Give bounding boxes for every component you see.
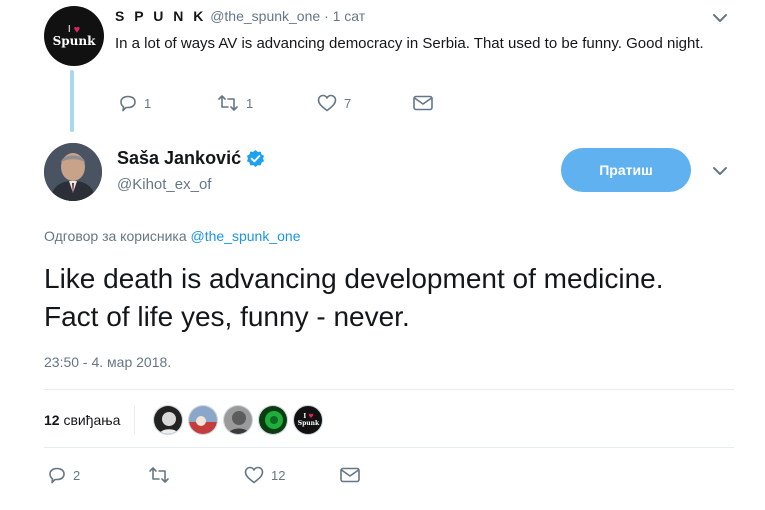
parent-reply-count: 1 xyxy=(144,95,152,111)
retweet-icon xyxy=(149,467,169,483)
main-retweet-button[interactable] xyxy=(147,465,243,485)
chevron-down-icon xyxy=(713,14,727,22)
parent-message-button[interactable] xyxy=(412,94,434,112)
liker-avatar[interactable] xyxy=(188,405,219,435)
parent-author-name[interactable]: S P U N K xyxy=(115,8,206,24)
parent-retweet-count: 1 xyxy=(246,95,254,111)
liker-spunk-glyphs: I ♥ xyxy=(303,413,314,420)
parent-retweet-button[interactable]: 1 xyxy=(216,93,316,113)
parent-action-bar: 1 1 7 xyxy=(118,93,434,113)
liker-spunk-brand: Spunk xyxy=(297,420,320,427)
parent-like-button[interactable]: 7 xyxy=(316,93,412,113)
liker-avatar-image xyxy=(189,406,218,434)
chevron-down-icon xyxy=(713,167,727,175)
message-icon xyxy=(413,95,433,111)
like-icon xyxy=(244,466,264,484)
verified-badge-icon xyxy=(247,149,265,168)
parent-tweet-text: In a lot of ways AV is advancing democra… xyxy=(115,35,704,52)
main-author-handle[interactable]: @Kihot_ex_of xyxy=(117,176,211,193)
retweet-icon xyxy=(218,95,238,111)
parent-like-count: 7 xyxy=(344,95,352,111)
likes-count-number: 12 xyxy=(44,412,60,428)
main-message-button[interactable] xyxy=(339,466,361,484)
like-icon xyxy=(317,94,337,112)
divider-top xyxy=(44,389,734,390)
likes-separator xyxy=(134,406,136,434)
parent-reply-button[interactable]: 1 xyxy=(118,93,216,113)
main-author-name[interactable]: Saša Janković xyxy=(117,148,241,169)
parent-tweet-header: S P U N K @the_spunk_one · 1 сат xyxy=(115,8,365,24)
liker-avatar-image xyxy=(224,406,253,434)
reply-icon xyxy=(120,95,136,112)
reply-context: Одговор за корисника @the_spunk_one xyxy=(44,228,300,244)
liker-avatar[interactable] xyxy=(153,405,184,435)
liker-avatar[interactable] xyxy=(223,405,254,435)
reply-context-prefix: Одговор за корисника xyxy=(44,228,187,244)
main-like-button[interactable]: 12 xyxy=(243,465,339,485)
main-tweet-timestamp[interactable]: 23:50 - 4. мар 2018. xyxy=(44,354,171,370)
divider-bottom xyxy=(44,447,734,448)
likes-count-label: свиђања xyxy=(63,412,121,428)
main-reply-button[interactable]: 2 xyxy=(47,465,147,485)
liker-avatar-image xyxy=(259,406,288,434)
main-tweet-text: Like death is advancing development of m… xyxy=(44,263,664,332)
following-button[interactable]: Пратиш xyxy=(561,148,691,192)
avatar-brand-text: Spunk xyxy=(52,33,96,48)
heart-icon: ♥ xyxy=(308,413,314,420)
parent-time-separator: · xyxy=(324,8,329,24)
reply-context-mention[interactable]: @the_spunk_one xyxy=(191,228,301,244)
liker-avatar[interactable]: I ♥ Spunk xyxy=(293,405,324,435)
heart-icon: ♥ xyxy=(73,23,81,36)
liker-avatar-image xyxy=(154,406,183,434)
message-icon xyxy=(340,467,360,483)
main-avatar[interactable] xyxy=(44,143,102,201)
main-action-bar: 2 12 xyxy=(47,465,361,485)
thread-line xyxy=(70,70,74,132)
main-like-count: 12 xyxy=(271,467,286,483)
avatar-portrait xyxy=(44,143,102,201)
avatar-i-glyph: I xyxy=(67,23,71,35)
reply-icon xyxy=(49,467,65,484)
parent-timestamp[interactable]: 1 сат xyxy=(333,8,366,24)
main-reply-count: 2 xyxy=(73,467,81,483)
avatar-heart-row: I ♥ xyxy=(67,23,81,36)
main-more-menu-button[interactable] xyxy=(712,165,728,177)
likes-count-link[interactable]: 12 свиђања xyxy=(44,412,120,428)
parent-author-handle[interactable]: @the_spunk_one xyxy=(210,8,320,24)
liker-avatar[interactable] xyxy=(258,405,289,435)
parent-avatar[interactable]: I ♥ Spunk xyxy=(44,6,104,66)
parent-more-menu-button[interactable] xyxy=(712,12,728,24)
main-author-name-row: Saša Janković xyxy=(117,148,265,169)
likes-row: 12 свиђања I ♥ Spunk xyxy=(44,405,328,435)
